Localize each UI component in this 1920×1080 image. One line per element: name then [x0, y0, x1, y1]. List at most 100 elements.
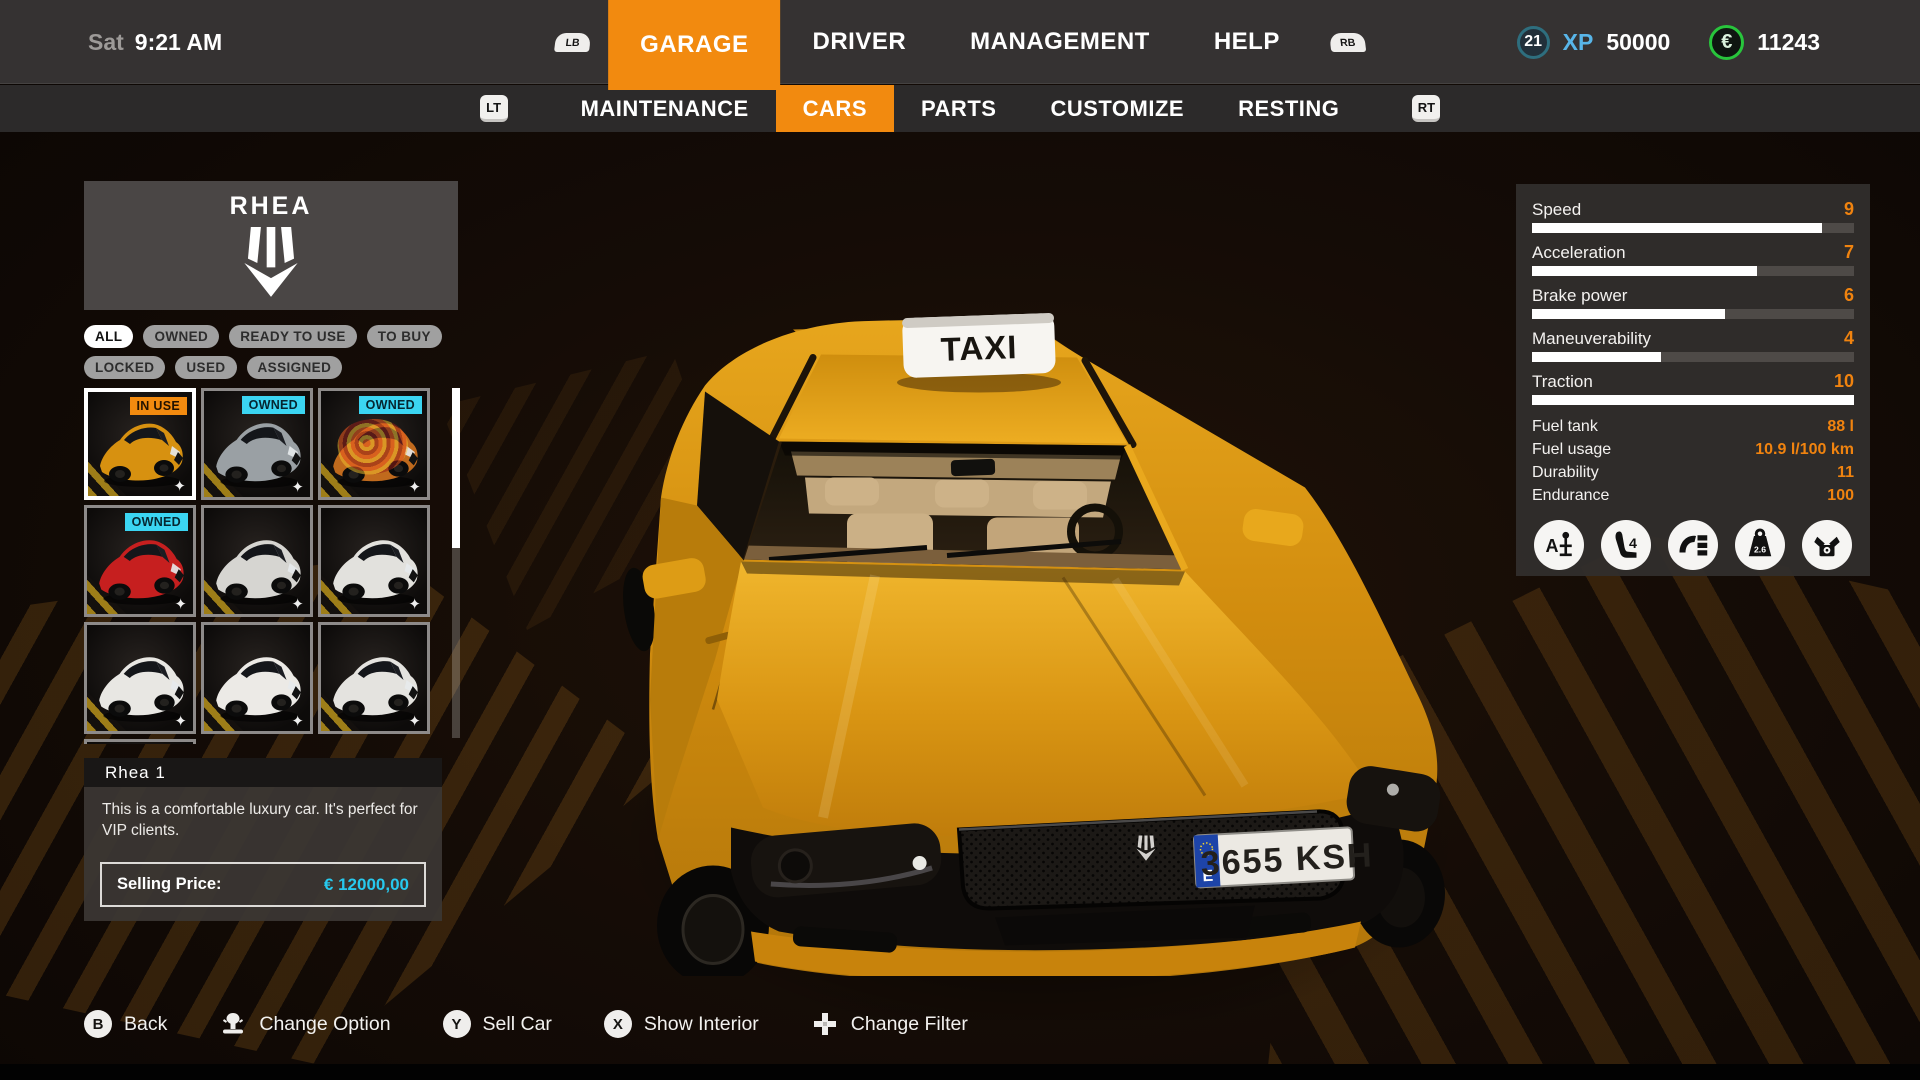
tile-badge: OWNED — [241, 396, 305, 414]
sub-nav-tab-label: RESTING — [1238, 95, 1340, 121]
brand-panel: RHEA — [84, 181, 458, 310]
detail-row: Fuel usage 10.9 l/100 km — [1532, 441, 1854, 459]
sub-nav-tab-label: CARS — [802, 95, 867, 121]
car-filter-chips: ALL OWNED READY TO USE TO BUY LOCKED USE… — [84, 325, 474, 379]
garage-car-tile[interactable]: OWNED ✦ — [201, 388, 313, 500]
sub-nav-tab[interactable]: CUSTOMIZE — [1023, 85, 1211, 132]
taxi-sign-text: TAXI — [940, 328, 1018, 368]
main-nav-tab[interactable]: GARAGE — [608, 0, 781, 90]
back-hotkey[interactable]: B Back — [84, 1010, 167, 1038]
gamepad-button-icon: X — [603, 1010, 632, 1038]
sub-nav-tab[interactable]: CARS — [775, 85, 894, 132]
main-nav-tab[interactable]: DRIVER — [780, 0, 938, 84]
level-badge: 21 — [1516, 25, 1550, 59]
upgrade-sparkle-icon: ✦ — [173, 478, 186, 495]
show-interior-hotkey[interactable]: X Show Interior — [603, 1010, 759, 1038]
detail-value: 88 l — [1827, 418, 1854, 435]
garage-car-tile[interactable]: ✦ — [201, 505, 313, 617]
stat-label: Speed — [1532, 200, 1582, 219]
garage-car-tile[interactable]: ✦ — [318, 505, 430, 617]
automatic-transmission-icon: A — [1534, 520, 1584, 570]
garage-car-tile[interactable]: ✦ — [318, 622, 430, 734]
stat-bar-fill — [1532, 395, 1854, 405]
gamepad-button-icon: Y — [442, 1010, 471, 1038]
garage-car-tile[interactable]: ✦ — [84, 622, 196, 734]
main-nav: LB GARAGE DRIVER MANAGEMENT HELP RB — [537, 0, 1383, 90]
main-nav-tab-label: GARAGE — [640, 31, 749, 58]
upgrade-sparkle-icon: ✦ — [291, 596, 304, 613]
seats-count-icon: 4 — [1601, 520, 1651, 570]
license-plate: E 3655 KSH — [1192, 826, 1374, 889]
car-description: This is a comfortable luxury car. It's p… — [102, 801, 418, 839]
sub-nav-tab[interactable]: MAINTENANCE — [554, 85, 776, 132]
left-stick-icon — [219, 1010, 247, 1038]
detail-value: 11 — [1837, 464, 1854, 481]
clock-time: 9:21 AM — [134, 28, 223, 55]
xp-label: XP — [1562, 28, 1594, 55]
stat-bar-fill — [1532, 352, 1661, 362]
main-nav-tab[interactable]: MANAGEMENT — [938, 0, 1182, 84]
filter-chip[interactable]: LOCKED — [84, 356, 166, 379]
main-nav-tab-label: MANAGEMENT — [970, 28, 1150, 55]
grid-scrollbar-thumb[interactable] — [452, 388, 460, 548]
stat-label: Maneuverability — [1532, 329, 1652, 348]
sub-nav-tab-label: PARTS — [921, 95, 997, 121]
filter-chip[interactable]: TO BUY — [366, 325, 442, 348]
brand-name: RHEA — [229, 192, 313, 220]
garage-car-tile[interactable]: IN USE ✦ — [84, 388, 196, 500]
filter-chip[interactable]: ALL — [84, 325, 134, 348]
selling-price-value: € 12000,00 — [323, 874, 409, 894]
hotkey-label: Back — [124, 1012, 168, 1035]
sell-car-hotkey[interactable]: Y Sell Car — [442, 1010, 552, 1038]
currency-icon: € — [1709, 24, 1745, 60]
stat-bar-track — [1532, 352, 1854, 362]
stat-bar-track — [1532, 395, 1854, 405]
rb-bumper-icon[interactable]: RB — [1328, 32, 1367, 52]
change-filter-hotkey[interactable]: Change Filter — [811, 1010, 968, 1038]
filter-chip-label: ASSIGNED — [257, 360, 332, 375]
clock-day: Sat — [88, 28, 124, 55]
garage-car-tile[interactable]: ✦ — [201, 622, 313, 734]
grid-scrollbar[interactable] — [452, 388, 460, 738]
svg-text:2.6: 2.6 — [1754, 545, 1766, 555]
filter-chip[interactable]: READY TO USE — [229, 325, 357, 348]
garage-car-tile[interactable]: OWNED ✦ — [318, 388, 430, 500]
filter-chip[interactable]: OWNED — [143, 325, 220, 348]
rt-trigger-icon[interactable]: RT — [1412, 95, 1441, 122]
bottom-letterbox — [0, 1064, 1920, 1080]
svg-text:A: A — [1546, 536, 1559, 556]
detail-value: 10.9 l/100 km — [1755, 441, 1854, 458]
car-detail-rows: Fuel tank 88 l Fuel usage 10.9 l/100 km … — [1532, 418, 1854, 505]
stat-row: Acceleration 7 — [1532, 242, 1854, 276]
dpad-icon — [811, 1010, 839, 1038]
filter-chip-label: LOCKED — [95, 360, 155, 375]
main-nav-tab[interactable]: HELP — [1182, 0, 1312, 84]
detail-label: Durability — [1532, 464, 1599, 481]
stat-row: Maneuverability 4 — [1532, 328, 1854, 362]
filter-chip-label: TO BUY — [377, 329, 431, 344]
change-option-hotkey[interactable]: Change Option — [219, 1010, 391, 1038]
garage-car-tile[interactable]: ✦ — [84, 739, 196, 744]
lt-trigger-icon[interactable]: LT — [479, 95, 508, 122]
vehicle-weight-icon: 2.6 — [1735, 520, 1785, 570]
xp-value: 50000 — [1606, 28, 1671, 55]
lb-bumper-icon[interactable]: LB — [553, 32, 592, 52]
trunk-capacity-icon — [1668, 520, 1718, 570]
sub-nav-tab[interactable]: RESTING — [1211, 85, 1366, 132]
filter-chip[interactable]: USED — [175, 356, 237, 379]
stat-value: 4 — [1843, 328, 1854, 348]
filter-chip-label: USED — [186, 360, 226, 375]
svg-text:4: 4 — [1629, 536, 1637, 552]
detail-label: Endurance — [1532, 487, 1610, 504]
upgrade-sparkle-icon: ✦ — [408, 713, 421, 730]
upgrade-sparkle-icon: ✦ — [174, 713, 187, 730]
garage-car-tile[interactable]: OWNED ✦ — [84, 505, 196, 617]
sub-nav-tab[interactable]: PARTS — [894, 85, 1023, 132]
engine-type-icon — [1802, 520, 1852, 570]
stat-label: Traction — [1532, 372, 1593, 391]
detail-row: Endurance 100 — [1532, 487, 1854, 505]
player-status: 21 XP 50000 € 11243 — [1516, 0, 1820, 84]
tile-badge: IN USE — [129, 397, 187, 415]
game-screen: TAXI E 3655 KSH Sat 9:21 AM LB GARAGE DR… — [0, 0, 1920, 1080]
filter-chip[interactable]: ASSIGNED — [246, 356, 343, 379]
